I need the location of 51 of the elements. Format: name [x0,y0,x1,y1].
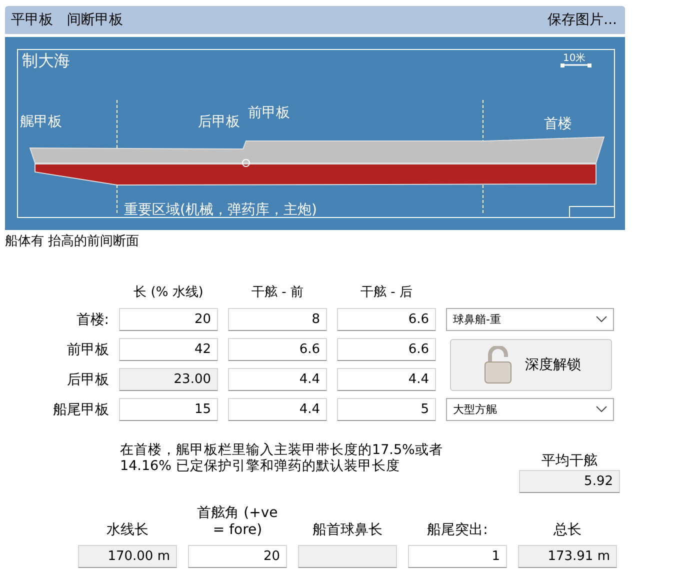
scale-bar [560,64,592,68]
zone-label: 重要区域(机械，弹药库，主炮) [124,202,317,218]
section-label: 艉甲板 [20,114,62,130]
field-label: 船尾突出: [427,522,488,539]
number-field[interactable]: 5 [337,398,436,421]
chevron-down-icon [596,406,607,413]
number-field[interactable]: 4.4 [337,368,436,391]
unlock-button[interactable]: 深度解锁 [450,338,612,390]
number-field[interactable]: 6.6 [337,338,436,361]
number-field[interactable]: 20 [188,545,287,568]
number-field[interactable]: 6.6 [228,338,327,361]
field-label: 船首球鼻长 [312,522,382,539]
readonly-field[interactable]: 23.00 [119,368,218,391]
ship-name: 制大海 [22,51,70,70]
padlock-icon [483,346,513,384]
number-field[interactable]: 15 [119,398,218,421]
tab[interactable]: 间断甲板 [67,11,123,29]
number-field[interactable]: 20 [119,308,218,331]
field-label: 水线长 [106,522,148,539]
save-image-button[interactable]: 保存图片... [548,11,617,29]
readonly-field[interactable]: 170.00 m [78,545,177,568]
section-label: 前甲板 [248,105,290,121]
dropdown[interactable]: 球鼻艏-重 [446,308,614,331]
row-label: 船尾甲板 [52,400,109,418]
number-field[interactable]: 8 [228,308,327,331]
readonly-field[interactable]: 5.92 [519,470,620,493]
readonly-field[interactable]: 173.91 m [518,545,617,568]
column-header: 干舷 - 后 [360,284,414,301]
legend-box [569,206,615,218]
row-label: 首楼: [75,310,109,328]
field-label: 平均干舷 [540,452,598,470]
tab[interactable]: 平甲板 [11,11,53,29]
row-label: 后甲板 [66,370,109,388]
number-field[interactable]: 4.4 [228,398,327,421]
number-field[interactable]: 1 [408,545,507,568]
dropdown[interactable]: 大型方艉 [446,398,614,421]
hull-caption: 船体有 抬高的前间断面 [5,233,140,248]
armor-note: 在首楼，艉甲板栏里输入主装甲带长度的17.5%或者 14.16% 已定保护引擎和弹药的默认装甲长度 [120,442,444,476]
readonly-field[interactable] [298,545,397,568]
column-header: 干舷 - 前 [250,284,304,301]
chevron-down-icon [596,316,607,323]
section-label: 后甲板 [198,114,240,130]
column-header: 长 (% 水线) [132,284,204,301]
field-label: 首舷角 (+ve = fore) [196,505,279,539]
row-label: 前甲板 [66,340,109,358]
field-label: 总长 [554,522,582,539]
number-field[interactable]: 4.4 [228,368,327,391]
number-field[interactable]: 42 [119,338,218,361]
number-field[interactable]: 6.6 [337,308,436,331]
section-label: 首楼 [544,116,572,132]
scale-label: 10米 [563,53,586,64]
